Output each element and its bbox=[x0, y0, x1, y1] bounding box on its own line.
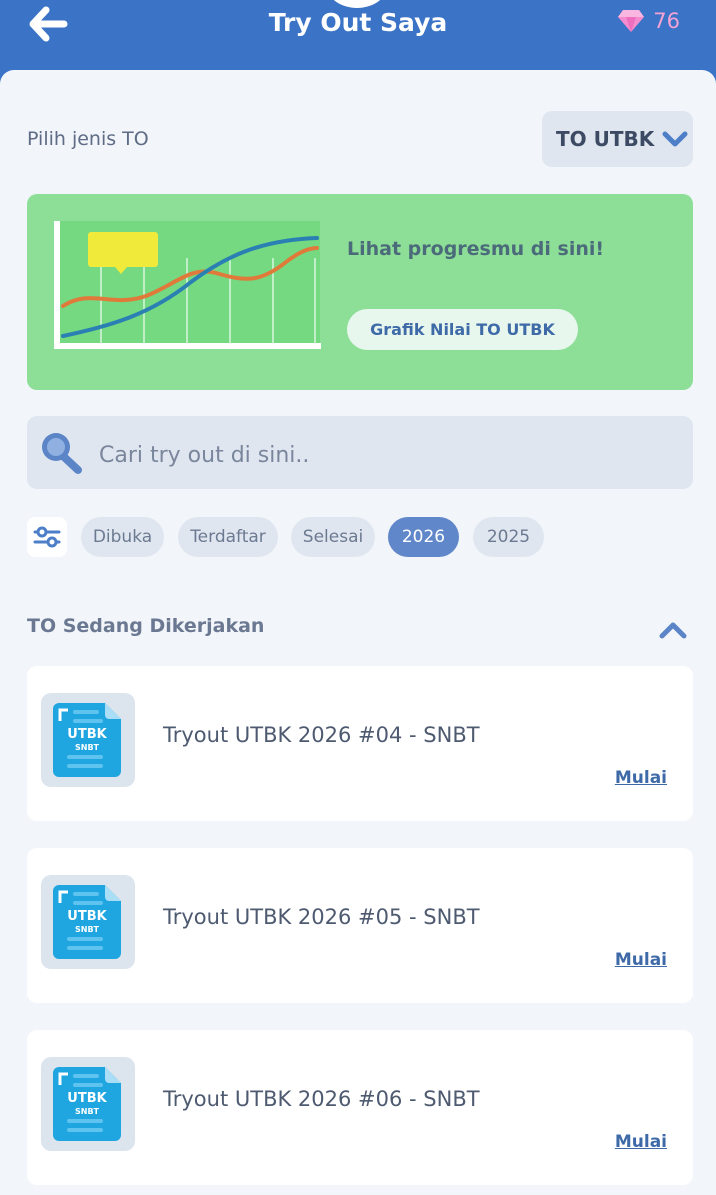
filter-button[interactable] bbox=[27, 517, 67, 557]
chip-selesai[interactable]: Selesai bbox=[291, 517, 375, 557]
page-title: Try Out Saya bbox=[268, 8, 448, 37]
chip-dibuka[interactable]: Dibuka bbox=[81, 517, 164, 557]
search-input[interactable] bbox=[99, 437, 669, 473]
chevron-up-icon bbox=[659, 622, 687, 639]
sliders-icon bbox=[33, 526, 61, 548]
doc-badge-sublabel: SNBT bbox=[75, 743, 100, 752]
gem-count: 76 bbox=[653, 9, 680, 33]
section-title: TO Sedang Dikerjakan bbox=[27, 615, 265, 637]
chevron-down-icon bbox=[662, 131, 688, 147]
search-icon bbox=[42, 433, 82, 474]
grafik-nilai-button[interactable]: Grafik Nilai TO UTBK bbox=[347, 309, 578, 350]
chip-2025[interactable]: 2025 bbox=[473, 517, 544, 557]
tryout-card[interactable]: UTBK SNBT Tryout UTBK 2026 #05 - SNBT Mu… bbox=[27, 848, 693, 1003]
gem-balance[interactable]: 76 bbox=[617, 9, 680, 33]
tryout-title: Tryout UTBK 2026 #04 - SNBT bbox=[163, 723, 480, 747]
document-icon: UTBK SNBT bbox=[53, 1067, 121, 1141]
to-type-selected: TO UTBK bbox=[556, 127, 655, 151]
doc-badge-label: UTBK bbox=[67, 909, 107, 924]
tryout-title: Tryout UTBK 2026 #06 - SNBT bbox=[163, 1087, 480, 1111]
tryout-card[interactable]: UTBK SNBT Tryout UTBK 2026 #06 - SNBT Mu… bbox=[27, 1030, 693, 1185]
doc-badge-label: UTBK bbox=[67, 1091, 107, 1106]
progress-prompt: Lihat progresmu di sini! bbox=[347, 238, 605, 260]
document-icon: UTBK SNBT bbox=[53, 885, 121, 959]
progress-chart-illustration bbox=[54, 221, 321, 349]
mulai-link[interactable]: Mulai bbox=[615, 950, 667, 970]
top-app-bar: Try Out Saya 76 bbox=[0, 0, 716, 75]
diamond-icon bbox=[618, 10, 645, 32]
tryout-title: Tryout UTBK 2026 #05 - SNBT bbox=[163, 905, 480, 929]
type-picker-label: Pilih jenis TO bbox=[27, 128, 149, 150]
header-notch bbox=[326, 0, 388, 8]
chip-2026[interactable]: 2026 bbox=[388, 517, 459, 557]
mulai-link[interactable]: Mulai bbox=[615, 1132, 667, 1152]
doc-badge-sublabel: SNBT bbox=[75, 925, 100, 934]
tryout-card[interactable]: UTBK SNBT Tryout UTBK 2026 #04 - SNBT Mu… bbox=[27, 666, 693, 821]
document-icon: UTBK SNBT bbox=[53, 703, 121, 777]
document-icon-box: UTBK SNBT bbox=[41, 693, 135, 787]
mulai-link[interactable]: Mulai bbox=[615, 768, 667, 788]
doc-badge-label: UTBK bbox=[67, 727, 107, 742]
collapse-section-button[interactable] bbox=[657, 617, 689, 643]
to-type-dropdown[interactable]: TO UTBK bbox=[542, 111, 693, 167]
doc-badge-sublabel: SNBT bbox=[75, 1107, 100, 1116]
chip-terdaftar[interactable]: Terdaftar bbox=[178, 517, 278, 557]
document-icon-box: UTBK SNBT bbox=[41, 875, 135, 969]
document-icon-box: UTBK SNBT bbox=[41, 1057, 135, 1151]
